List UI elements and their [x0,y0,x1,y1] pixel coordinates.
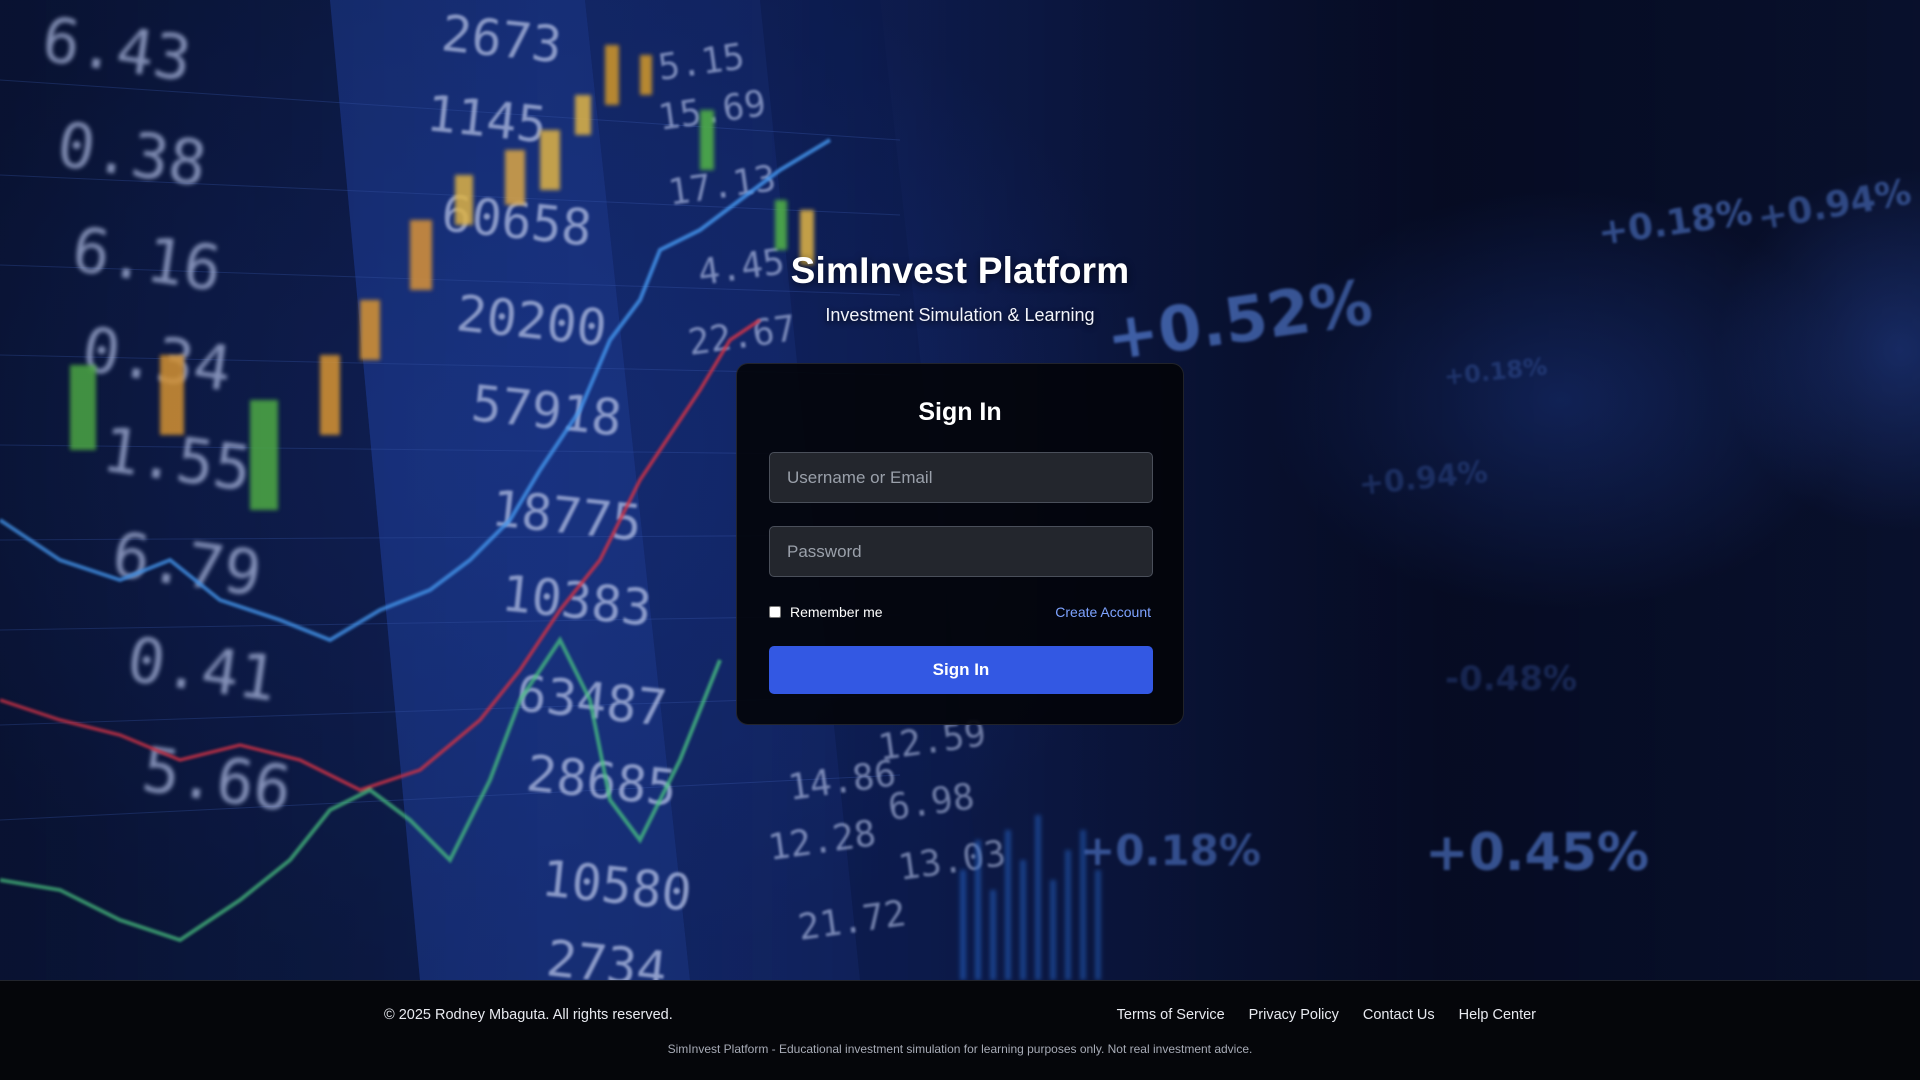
remember-label: Remember me [790,604,883,620]
remember-me[interactable]: Remember me [769,604,883,620]
signin-button[interactable]: Sign In [769,646,1153,694]
password-input[interactable] [769,526,1153,577]
help-center-link[interactable]: Help Center [1459,1007,1536,1023]
page-title: SimInvest Platform [790,250,1130,291]
login-page: 6.430.386.160.341.556.790.415.66 2673114… [0,0,1920,1080]
privacy-link[interactable]: Privacy Policy [1249,1007,1339,1023]
options-row: Remember me Create Account [769,602,1151,622]
terms-link[interactable]: Terms of Service [1117,1007,1225,1023]
create-account-link[interactable]: Create Account [1055,604,1151,620]
username-input[interactable] [769,452,1153,503]
remember-checkbox[interactable] [769,606,781,618]
page-subtitle: Investment Simulation & Learning [825,305,1095,325]
disclaimer-text: SimInvest Platform - Educational investm… [667,1042,1253,1056]
footer: © 2025 Rodney Mbaguta. All rights reserv… [0,980,1920,1080]
signin-heading: Sign In [918,398,1002,426]
contact-link[interactable]: Contact Us [1363,1007,1435,1023]
signin-card: Sign In Remember me Create Account Sign … [736,363,1184,725]
brand-header: SimInvest Platform Investment Simulation… [0,250,1920,326]
copyright-text: © 2025 Rodney Mbaguta. All rights reserv… [384,1007,673,1023]
footer-links: Terms of Service Privacy Policy Contact … [1117,1007,1536,1023]
